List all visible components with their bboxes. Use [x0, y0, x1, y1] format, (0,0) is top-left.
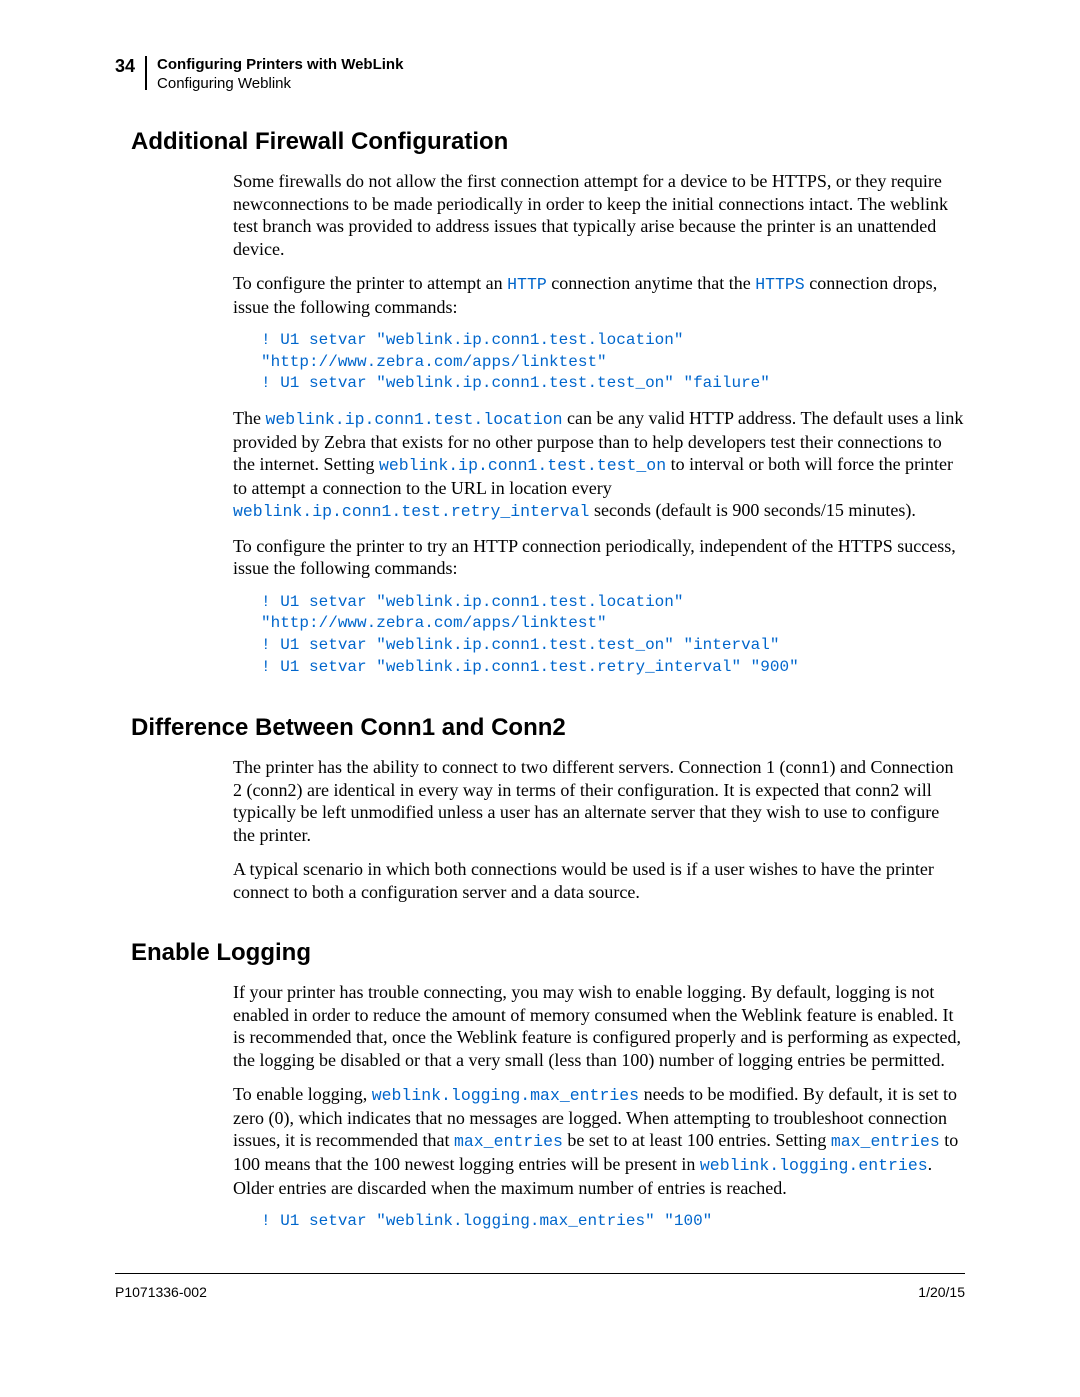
header-titles: Configuring Printers with WebLink Config…	[157, 56, 403, 92]
section-heading-conn: Difference Between Conn1 and Conn2	[131, 714, 965, 742]
inline-code: max_entries	[831, 1132, 940, 1151]
paragraph: To configure the printer to try an HTTP …	[233, 535, 965, 580]
section-heading-firewall: Additional Firewall Configuration	[131, 128, 965, 156]
text: seconds (default is 900 seconds/15 minut…	[589, 500, 915, 520]
section-body-conn: The printer has the ability to connect t…	[233, 756, 965, 903]
paragraph: To configure the printer to attempt an H…	[233, 272, 965, 318]
inline-code: weblink.logging.max_entries	[372, 1086, 639, 1105]
page-footer: P1071336-002 1/20/15	[115, 1273, 965, 1300]
text: To configure the printer to attempt an	[233, 273, 507, 293]
code-block: ! U1 setvar "weblink.logging.max_entries…	[261, 1211, 965, 1233]
inline-code: max_entries	[454, 1132, 563, 1151]
paragraph: If your printer has trouble connecting, …	[233, 981, 965, 1071]
header-subtitle: Configuring Weblink	[157, 75, 403, 92]
page-header: 34 Configuring Printers with WebLink Con…	[115, 56, 965, 92]
inline-code: HTTP	[507, 275, 547, 294]
paragraph: The printer has the ability to connect t…	[233, 756, 965, 846]
section-body-logging: If your printer has trouble connecting, …	[233, 981, 965, 1232]
page-number: 34	[115, 56, 135, 77]
paragraph: To enable logging, weblink.logging.max_e…	[233, 1083, 965, 1199]
content: Additional Firewall Configuration Some f…	[131, 128, 965, 1233]
footer-right: 1/20/15	[918, 1284, 965, 1300]
paragraph: Some firewalls do not allow the first co…	[233, 170, 965, 260]
inline-code: weblink.ip.conn1.test.location	[265, 410, 562, 429]
header-divider	[145, 56, 147, 90]
section-body-firewall: Some firewalls do not allow the first co…	[233, 170, 965, 678]
code-block: ! U1 setvar "weblink.ip.conn1.test.locat…	[261, 592, 965, 678]
inline-code: weblink.ip.conn1.test.test_on	[379, 456, 666, 475]
text: be set to at least 100 entries. Setting	[563, 1130, 831, 1150]
inline-code: weblink.logging.entries	[700, 1156, 928, 1175]
text: The	[233, 408, 265, 428]
inline-code: weblink.ip.conn1.test.retry_interval	[233, 502, 589, 521]
text: connection anytime that the	[547, 273, 755, 293]
page: 34 Configuring Printers with WebLink Con…	[0, 0, 1080, 1350]
inline-code: HTTPS	[755, 275, 805, 294]
paragraph: The weblink.ip.conn1.test.location can b…	[233, 407, 965, 523]
section-heading-logging: Enable Logging	[131, 939, 965, 967]
header-title: Configuring Printers with WebLink	[157, 56, 403, 73]
code-block: ! U1 setvar "weblink.ip.conn1.test.locat…	[261, 330, 965, 395]
text: To enable logging,	[233, 1084, 372, 1104]
paragraph: A typical scenario in which both connect…	[233, 858, 965, 903]
footer-left: P1071336-002	[115, 1284, 207, 1300]
